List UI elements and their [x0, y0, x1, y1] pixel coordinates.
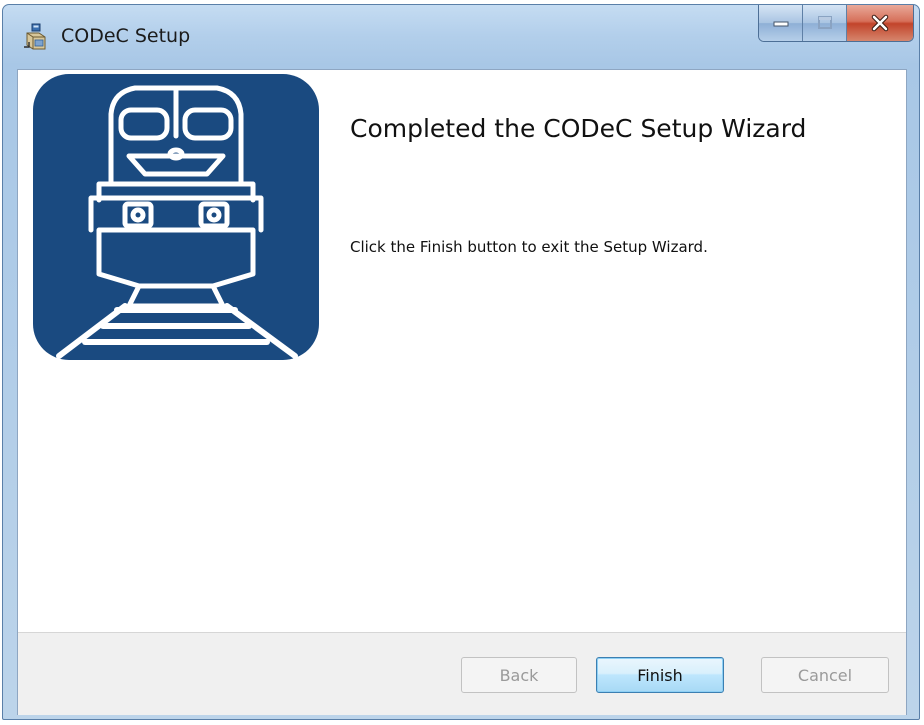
- window-title: CODeC Setup: [61, 25, 191, 47]
- installer-package-icon: [23, 23, 51, 51]
- maximize-button[interactable]: [803, 5, 847, 41]
- train-locomotive-icon: [33, 74, 319, 360]
- minimize-icon: [759, 5, 802, 41]
- wizard-heading: Completed the CODeC Setup Wizard: [350, 114, 807, 143]
- wizard-footer: Back Finish Cancel: [18, 632, 906, 715]
- maximize-icon: [803, 5, 846, 41]
- minimize-button[interactable]: [759, 5, 803, 41]
- setup-window: CODeC Setup Completed the CODeC Setup Wi…: [2, 4, 920, 720]
- caption-buttons: [758, 5, 914, 42]
- close-icon: [847, 5, 913, 41]
- finish-button[interactable]: Finish: [596, 657, 724, 693]
- title-bar[interactable]: CODeC Setup: [3, 5, 919, 69]
- wizard-description: Click the Finish button to exit the Setu…: [350, 238, 708, 256]
- wizard-content: Completed the CODeC Setup Wizard Click t…: [17, 69, 907, 715]
- cancel-button[interactable]: Cancel: [761, 657, 889, 693]
- back-button[interactable]: Back: [461, 657, 577, 693]
- close-button[interactable]: [847, 5, 913, 41]
